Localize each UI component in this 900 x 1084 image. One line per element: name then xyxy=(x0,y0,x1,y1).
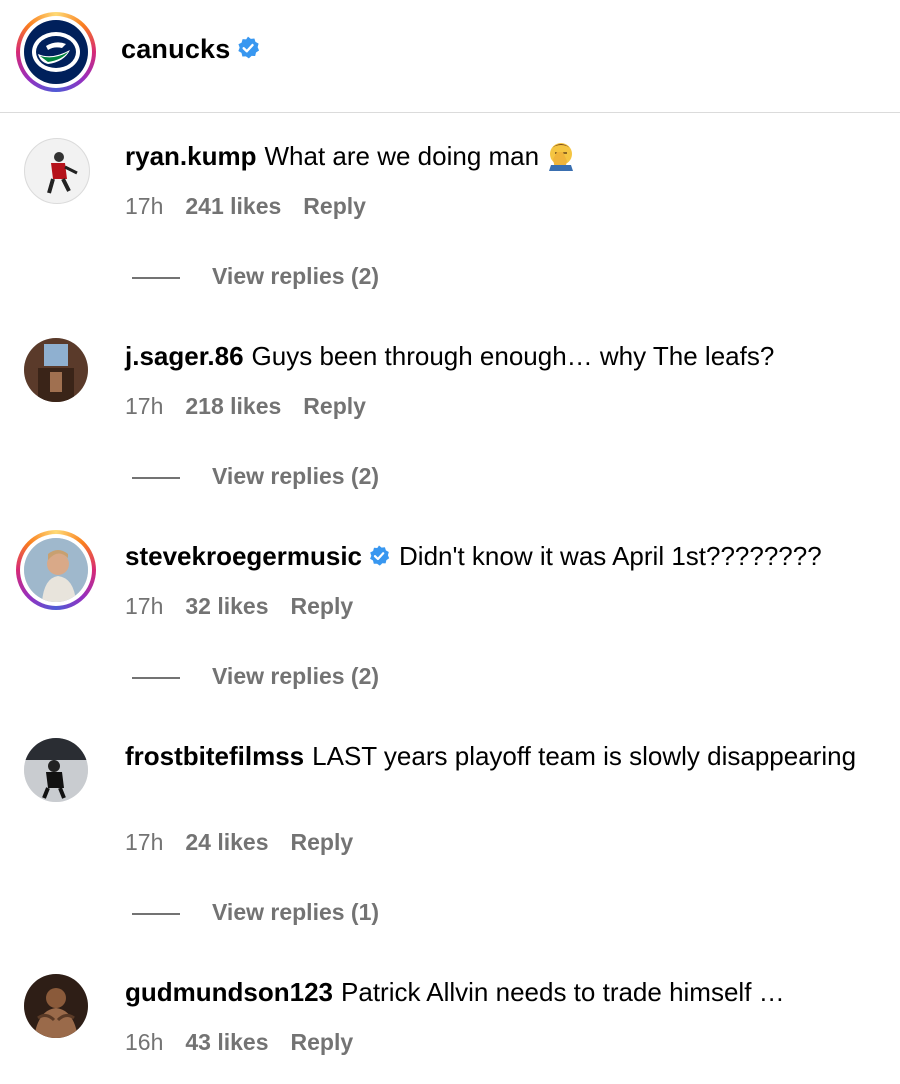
post-header: canucks xyxy=(0,0,900,113)
comment-body: Didn't know it was April 1st???????? xyxy=(399,541,822,571)
comment-meta: 17h 241 likes Reply xyxy=(125,193,388,220)
comment-meta: 17h 218 likes Reply xyxy=(125,393,388,420)
reply-button[interactable]: Reply xyxy=(291,1029,354,1055)
face-palm-emoji-icon xyxy=(545,139,577,171)
commenter-avatar[interactable] xyxy=(24,138,90,204)
view-replies-button[interactable]: View replies (2) xyxy=(132,463,379,490)
comment-likes[interactable]: 218 likes xyxy=(185,393,281,419)
reply-button[interactable]: Reply xyxy=(291,593,354,619)
comment-time: 17h xyxy=(125,829,164,855)
story-ring[interactable] xyxy=(16,530,96,610)
commenter-avatar[interactable] xyxy=(24,338,88,402)
comment-body: Guys been through enough… why The leafs? xyxy=(251,341,775,371)
reply-button[interactable]: Reply xyxy=(291,829,354,855)
view-replies-button[interactable]: View replies (1) xyxy=(132,899,379,926)
view-replies-label: View replies (2) xyxy=(212,463,380,489)
comment-meta: 16h 43 likes Reply xyxy=(125,1029,375,1056)
comment-body: Patrick Allvin needs to trade himself … xyxy=(341,977,785,1007)
comment-meta: 17h 32 likes Reply xyxy=(125,593,375,620)
comment-text: gudmundson123 Patrick Allvin needs to tra… xyxy=(125,974,885,1010)
post-account-name[interactable]: canucks xyxy=(121,34,230,64)
comment-username[interactable]: ryan.kump xyxy=(125,141,257,171)
verified-badge-icon xyxy=(367,544,391,568)
divider-line xyxy=(132,912,180,915)
comment-username[interactable]: gudmundson123 xyxy=(125,977,333,1007)
comment-username[interactable]: stevekroegermusic xyxy=(125,541,362,571)
view-replies-label: View replies (2) xyxy=(212,263,380,289)
reply-button[interactable]: Reply xyxy=(303,193,366,219)
reply-button[interactable]: Reply xyxy=(303,393,366,419)
comment-likes[interactable]: 32 likes xyxy=(185,593,268,619)
commenter-avatar[interactable] xyxy=(24,738,88,802)
comment-time: 17h xyxy=(125,393,164,419)
comment-body: What are we doing man xyxy=(264,141,540,171)
commenter-avatar[interactable] xyxy=(24,538,88,602)
view-replies-label: View replies (1) xyxy=(212,899,380,925)
comment-time: 17h xyxy=(125,193,164,219)
view-replies-button[interactable]: View replies (2) xyxy=(132,263,379,290)
divider-line xyxy=(132,676,180,679)
comment-body: LAST years playoff team is slowly disapp… xyxy=(312,741,857,771)
view-replies-button[interactable]: View replies (2) xyxy=(132,663,379,690)
comment-text: ryan.kump What are we doing man xyxy=(125,138,885,174)
comment-username[interactable]: frostbitefilmss xyxy=(125,741,304,771)
canucks-avatar[interactable] xyxy=(24,20,88,84)
commenter-avatar[interactable] xyxy=(24,974,88,1038)
divider-line xyxy=(132,476,180,479)
comment-meta: 17h 24 likes Reply xyxy=(125,829,375,856)
comment-username[interactable]: j.sager.86 xyxy=(125,341,244,371)
divider-line xyxy=(132,276,180,279)
comment-text: stevekroegermusic Didn't know it was Apri… xyxy=(125,538,885,574)
comment-time: 17h xyxy=(125,593,164,619)
comment-time: 16h xyxy=(125,1029,164,1055)
comment-likes[interactable]: 241 likes xyxy=(185,193,281,219)
comment-likes[interactable]: 43 likes xyxy=(185,1029,268,1055)
comment-likes[interactable]: 24 likes xyxy=(185,829,268,855)
verified-badge-icon xyxy=(235,35,261,61)
story-ring[interactable] xyxy=(16,12,96,92)
comment-text: frostbitefilmss LAST years playoff team i… xyxy=(125,738,885,774)
comment-text: j.sager.86 Guys been through enough… why … xyxy=(125,338,885,374)
post-account-row: canucks xyxy=(121,34,261,65)
view-replies-label: View replies (2) xyxy=(212,663,380,689)
